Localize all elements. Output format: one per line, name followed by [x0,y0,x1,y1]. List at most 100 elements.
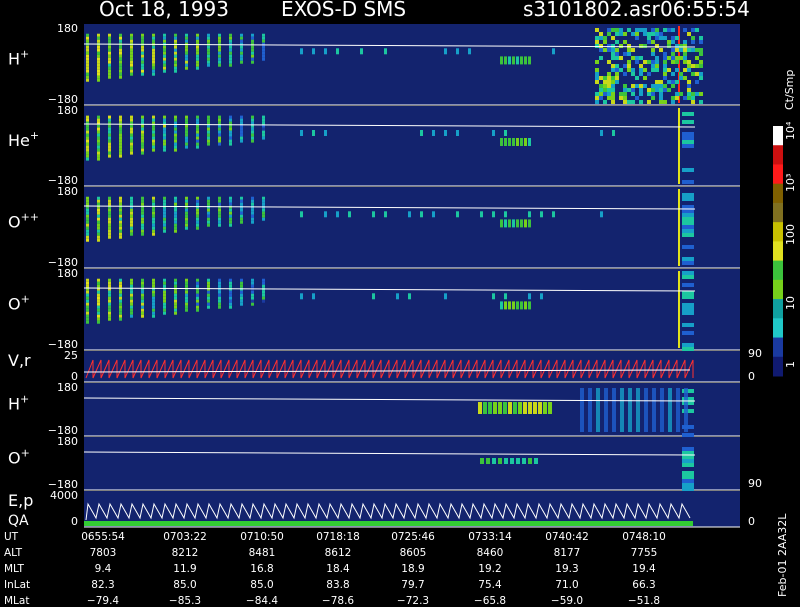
spectrogram-cell [229,281,232,285]
spectrogram-cell [639,100,643,104]
spectrogram-cell [671,84,675,88]
spectrogram-cell [240,121,243,125]
spectrogram-cell [130,33,133,37]
spectrogram-cell [651,60,655,64]
spectrogram-cell [185,278,188,282]
spectrogram-cell [141,54,144,58]
spectrogram-cell [611,92,615,96]
spectrogram-cell [86,45,89,49]
spectrogram-cell [595,76,599,80]
spectrogram-cell [218,278,221,282]
spectrogram-cell [262,136,265,140]
spectrogram-cell [141,296,144,300]
spectrogram-cell [627,48,631,52]
spectrogram-cell [207,63,210,67]
spectrogram-cell [520,56,523,65]
spectrogram-cell [218,296,221,300]
spectrogram-cell [185,39,188,43]
spectrogram-cell [682,132,694,136]
spectrogram-cell [108,281,111,285]
spectrogram-cell [619,68,623,72]
spectrogram-cell [652,388,656,432]
spectrogram-cell [119,220,122,224]
spectrogram-cell [600,130,603,136]
spectrogram-cell [615,48,619,52]
spectrogram-cell [130,136,133,140]
spectrogram-cell [119,305,122,309]
spectrogram-cell [97,157,100,161]
spectrogram-cell [651,28,655,32]
colorbar-band [773,183,783,204]
spectrogram-cell [196,208,199,212]
spectrogram-cell [659,96,663,100]
spectrogram-cell [97,154,100,158]
spectrogram-cell [141,208,144,212]
spectrogram-cell [312,48,315,55]
spectrogram-cell [636,388,640,432]
spectrogram-cell [152,39,155,43]
spectrogram-cell [659,36,663,40]
spectrogram-cell [97,317,100,321]
spectrogram-cell [130,39,133,43]
spectrogram-cell [683,60,687,64]
panel-h-plus-2 [84,383,740,436]
spectrogram-cell [682,221,694,225]
y-tick-max: 180 [57,267,78,280]
spectrogram-cell [97,320,100,324]
spectrogram-cell [240,136,243,140]
spectrogram-cell [108,317,111,321]
spectrogram-cell [631,92,635,96]
spectrogram-cell [691,72,695,76]
spectrogram-cell [603,84,607,88]
spectrogram-cell [682,180,694,184]
spectrogram-cell [185,57,188,61]
spectrogram-cell [108,57,111,61]
spectrogram-cell [97,57,100,61]
spectrogram-cell [185,118,188,122]
spectrogram-cell [86,142,89,146]
spectrogram-cell [508,301,511,310]
spectrogram-cell [663,28,667,32]
spectrogram-cell [240,211,243,215]
spectrogram-cell [108,278,111,282]
spectrogram-cell [207,36,210,40]
spectrogram-cell [595,80,599,84]
spectrogram-cell [229,278,232,282]
spectrogram-cell [174,229,177,233]
spectrogram-cell [86,60,89,64]
spectrogram-cell [163,54,166,58]
spectrogram-cell [682,291,694,295]
spectrogram-cell [251,293,254,297]
spectrogram-cell [185,54,188,58]
spectrogram-cell [196,133,199,137]
spectrogram-cell [444,130,447,136]
spectrogram-cell [141,214,144,218]
spectrogram-cell [262,278,265,282]
spectrogram-cell [152,139,155,143]
spectrogram-cell [643,32,647,36]
spectrogram-cell [119,136,122,140]
spectrogram-cell [659,88,663,92]
spectrogram-cell [682,455,694,459]
spectrogram-cell [86,33,89,37]
y-tick-max: 4000 [50,489,78,502]
spectrogram-cell [500,219,503,228]
spectrogram-cell [163,308,166,312]
spectrogram-cell [623,52,627,56]
spectrogram-cell [607,28,611,32]
spectrogram-cell [262,214,265,218]
spectrogram-cell [523,402,527,414]
spectrogram-cell [682,303,694,307]
spectrogram-cell [207,199,210,203]
spectrogram-cell [218,223,221,227]
spectrogram-cell [130,302,133,306]
spectrogram-cell [196,145,199,149]
spectrogram-cell [663,56,667,60]
spectrogram-cell [615,40,619,44]
spectrogram-cell [251,281,254,285]
colorbar-band [773,299,783,319]
spectrogram-cell [86,54,89,58]
spectrogram-cell [130,127,133,131]
spectrogram-cell [152,229,155,233]
spectrogram-cell [141,223,144,227]
